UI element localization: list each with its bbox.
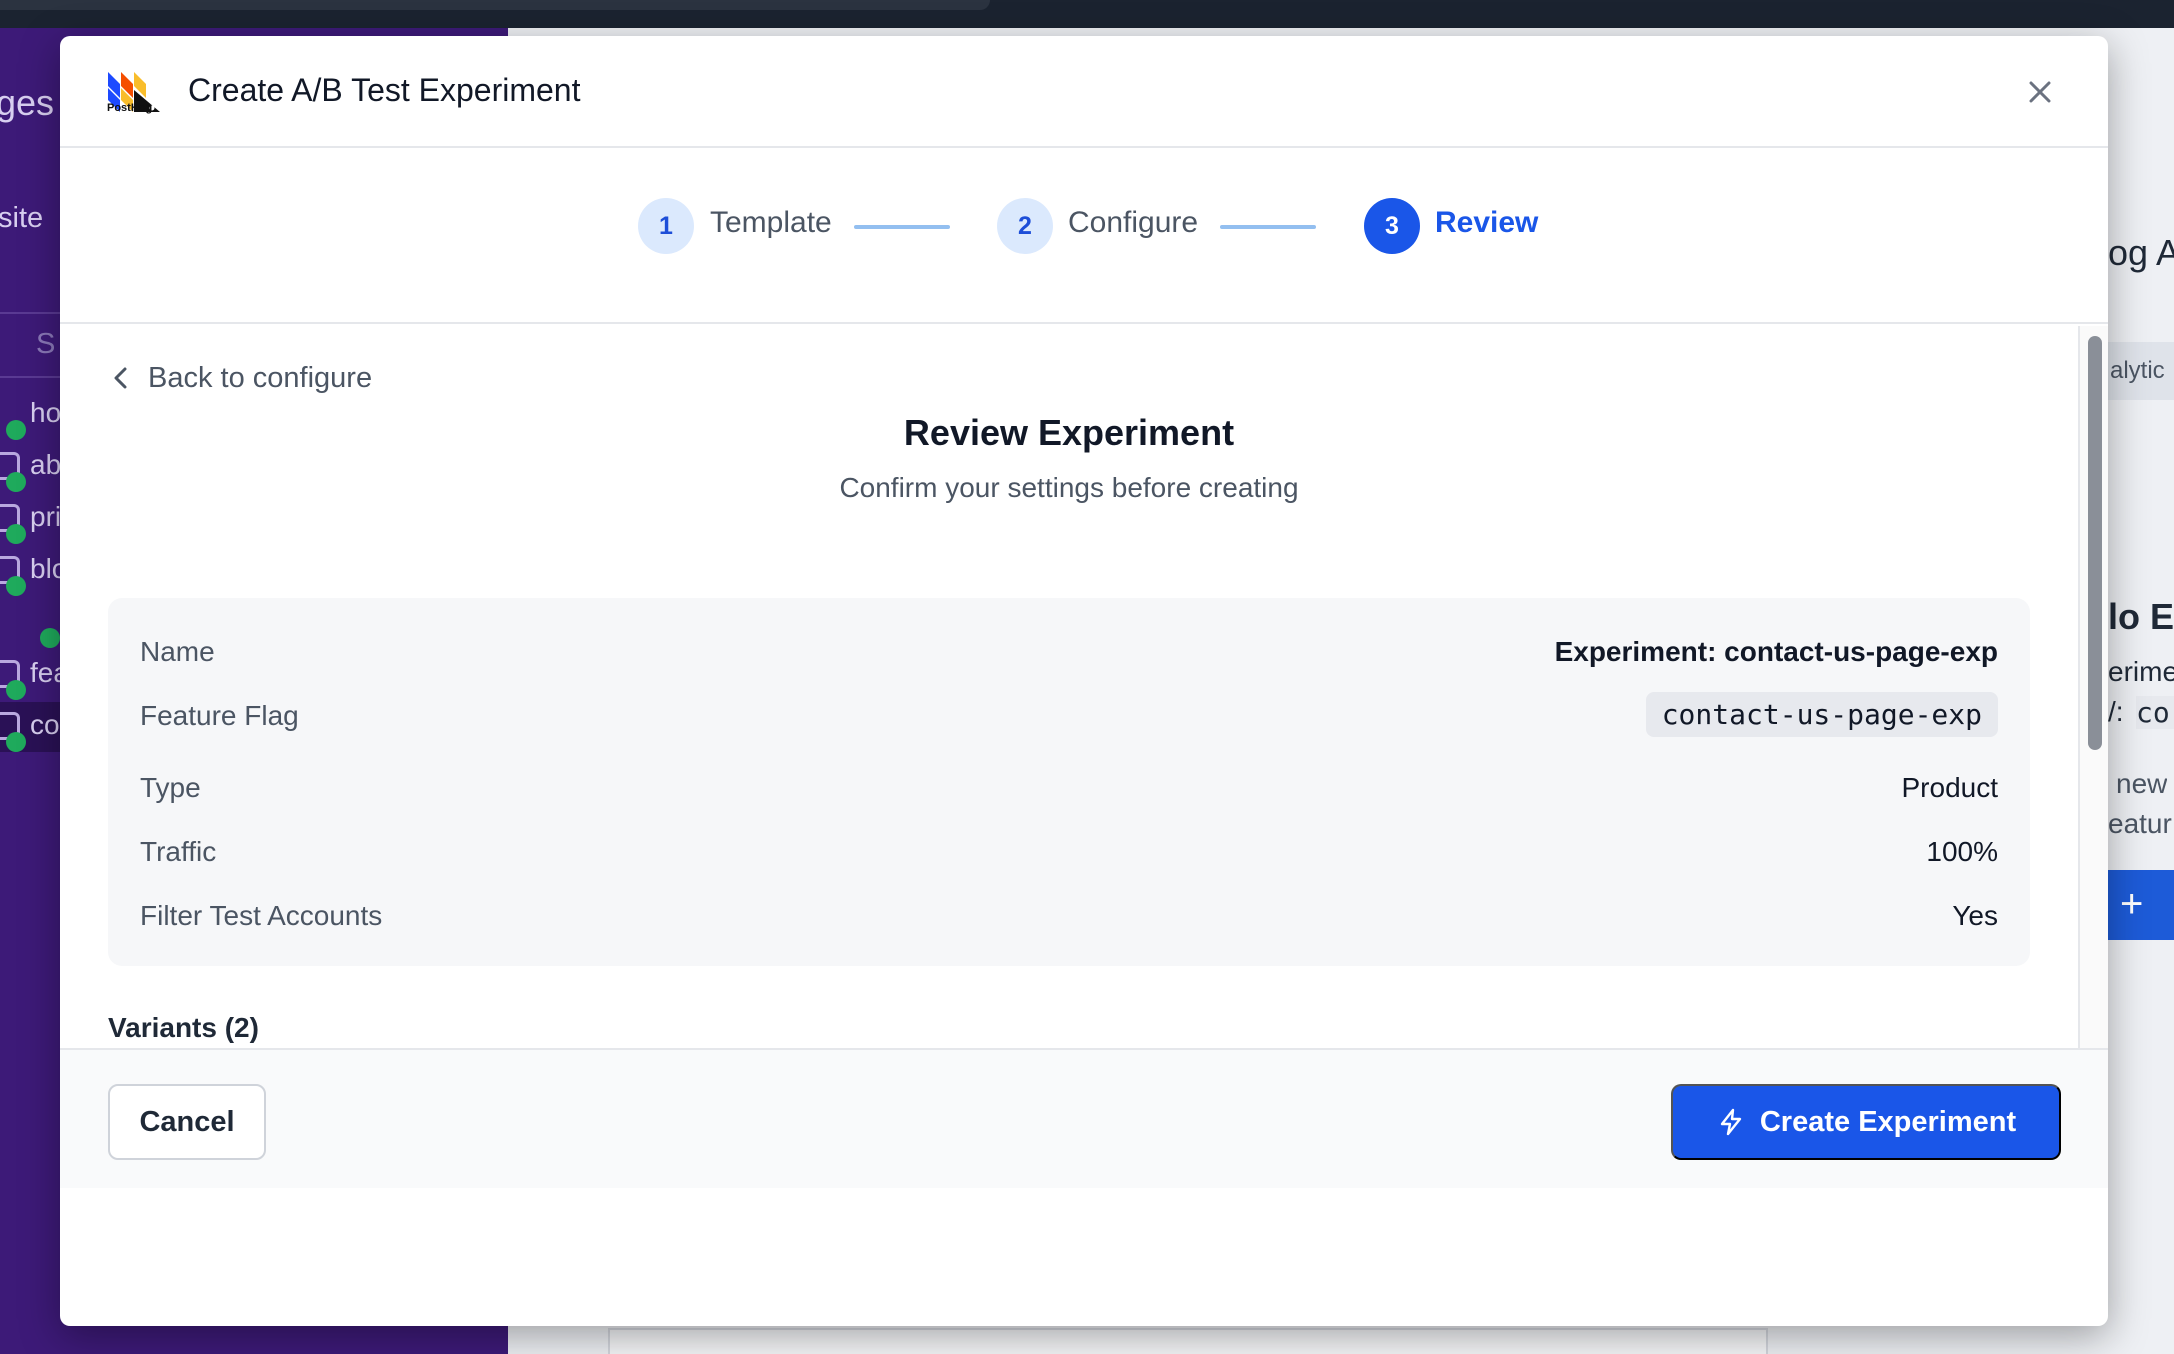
- modal-body: Back to configure Review Experiment Conf…: [60, 326, 2078, 1048]
- summary-row-filter-test-accounts: Filter Test Accounts Yes: [140, 892, 1998, 938]
- background-fragment: /:: [2108, 696, 2124, 727]
- status-dot: [6, 732, 26, 752]
- summary-card: Name Experiment: contact-us-page-exp Fea…: [108, 598, 2030, 966]
- status-dot: [6, 680, 26, 700]
- close-icon[interactable]: [2020, 72, 2060, 112]
- step-2-label[interactable]: Configure: [1068, 206, 1198, 240]
- background-fragment: cor: [2136, 696, 2174, 729]
- summary-key: Traffic: [140, 836, 217, 867]
- variants-heading: Variants (2): [108, 1012, 259, 1043]
- review-title: Review Experiment: [903, 412, 1235, 453]
- summary-value: 100%: [1926, 836, 1998, 867]
- modal-footer: Cancel Create Experiment: [60, 1048, 2108, 1188]
- summary-row-traffic: Traffic 100%: [140, 828, 1998, 874]
- scrollbar-thumb[interactable]: [2088, 336, 2102, 750]
- sidebar-item-label: ab: [30, 449, 62, 480]
- sidebar-fragment: ges: [0, 82, 55, 123]
- summary-row-type: Type Product: [140, 764, 1998, 810]
- step-connector: [854, 225, 950, 229]
- summary-value: Product: [1901, 772, 1999, 803]
- summary-key: Type: [140, 772, 201, 803]
- status-dot: [6, 420, 26, 440]
- summary-value: Yes: [1952, 900, 1998, 931]
- sidebar-item-label: pri: [30, 501, 62, 532]
- modal-title: Create A/B Test Experiment: [188, 72, 581, 108]
- background-fragment: erime: [2108, 656, 2174, 687]
- summary-key: Name: [140, 636, 215, 667]
- create-experiment-button[interactable]: Create Experiment: [1671, 1084, 2061, 1160]
- background-fragment: new: [2116, 768, 2168, 799]
- stepper: 1 Template 2 Configure 3 Review: [60, 148, 2108, 324]
- back-label: Back to configure: [148, 361, 373, 394]
- logo-wordmark: PostHog: [107, 102, 153, 114]
- status-dot: [6, 524, 26, 544]
- background-fragment: og An: [2108, 232, 2174, 273]
- sidebar-item-label: co: [30, 709, 60, 740]
- summary-key: Filter Test Accounts: [140, 900, 383, 931]
- status-dot: [40, 628, 60, 648]
- modal-header: PostHog Create A/B Test Experiment: [60, 36, 2108, 148]
- step-1-number[interactable]: 1: [638, 198, 694, 254]
- summary-key: Feature Flag: [140, 700, 299, 731]
- sidebar-fragment: site: [0, 202, 44, 234]
- chevron-left-icon: [114, 367, 127, 389]
- feature-flag-key: contact-us-page-exp: [1645, 692, 1998, 737]
- step-1-label[interactable]: Template: [710, 206, 832, 240]
- step-2-number[interactable]: 2: [997, 198, 1053, 254]
- background-chip[interactable]: alytic: [2108, 342, 2174, 400]
- step-connector: [1220, 225, 1316, 229]
- sidebar-search-placeholder: S: [36, 328, 56, 360]
- background-new-button[interactable]: +: [2108, 870, 2174, 940]
- status-dot: [6, 472, 26, 492]
- browser-top-bar: [0, 0, 2174, 28]
- sidebar-item-label: ho: [30, 397, 62, 428]
- background-panel: [608, 1328, 1768, 1354]
- step-3-label[interactable]: Review: [1435, 206, 1538, 240]
- summary-value: Experiment: contact-us-page-exp: [1554, 636, 1998, 667]
- background-fragment: eatur: [2108, 808, 2172, 839]
- background-fragment: lo Ex: [2108, 596, 2174, 637]
- lightning-icon: [1720, 1108, 1742, 1136]
- review-subtitle: Confirm your settings before creating: [839, 472, 1299, 503]
- create-experiment-label: Create Experiment: [1759, 1105, 2017, 1138]
- summary-row-name: Name Experiment: contact-us-page-exp: [140, 628, 1998, 674]
- summary-row-feature-flag: Feature Flag contact-us-page-exp: [140, 692, 1998, 738]
- back-to-configure-link[interactable]: Back to configure: [110, 358, 372, 398]
- create-experiment-modal: PostHog Create A/B Test Experiment 1 Tem…: [60, 36, 2108, 1326]
- status-dot: [6, 576, 26, 596]
- cancel-button[interactable]: Cancel: [108, 1084, 266, 1160]
- background-right-panel: og An lo Ex erime /: cor new eatur: [2108, 0, 2174, 1354]
- scrollbar[interactable]: [2078, 326, 2108, 1048]
- url-bar[interactable]: [0, 0, 990, 10]
- step-3-number[interactable]: 3: [1364, 198, 1420, 254]
